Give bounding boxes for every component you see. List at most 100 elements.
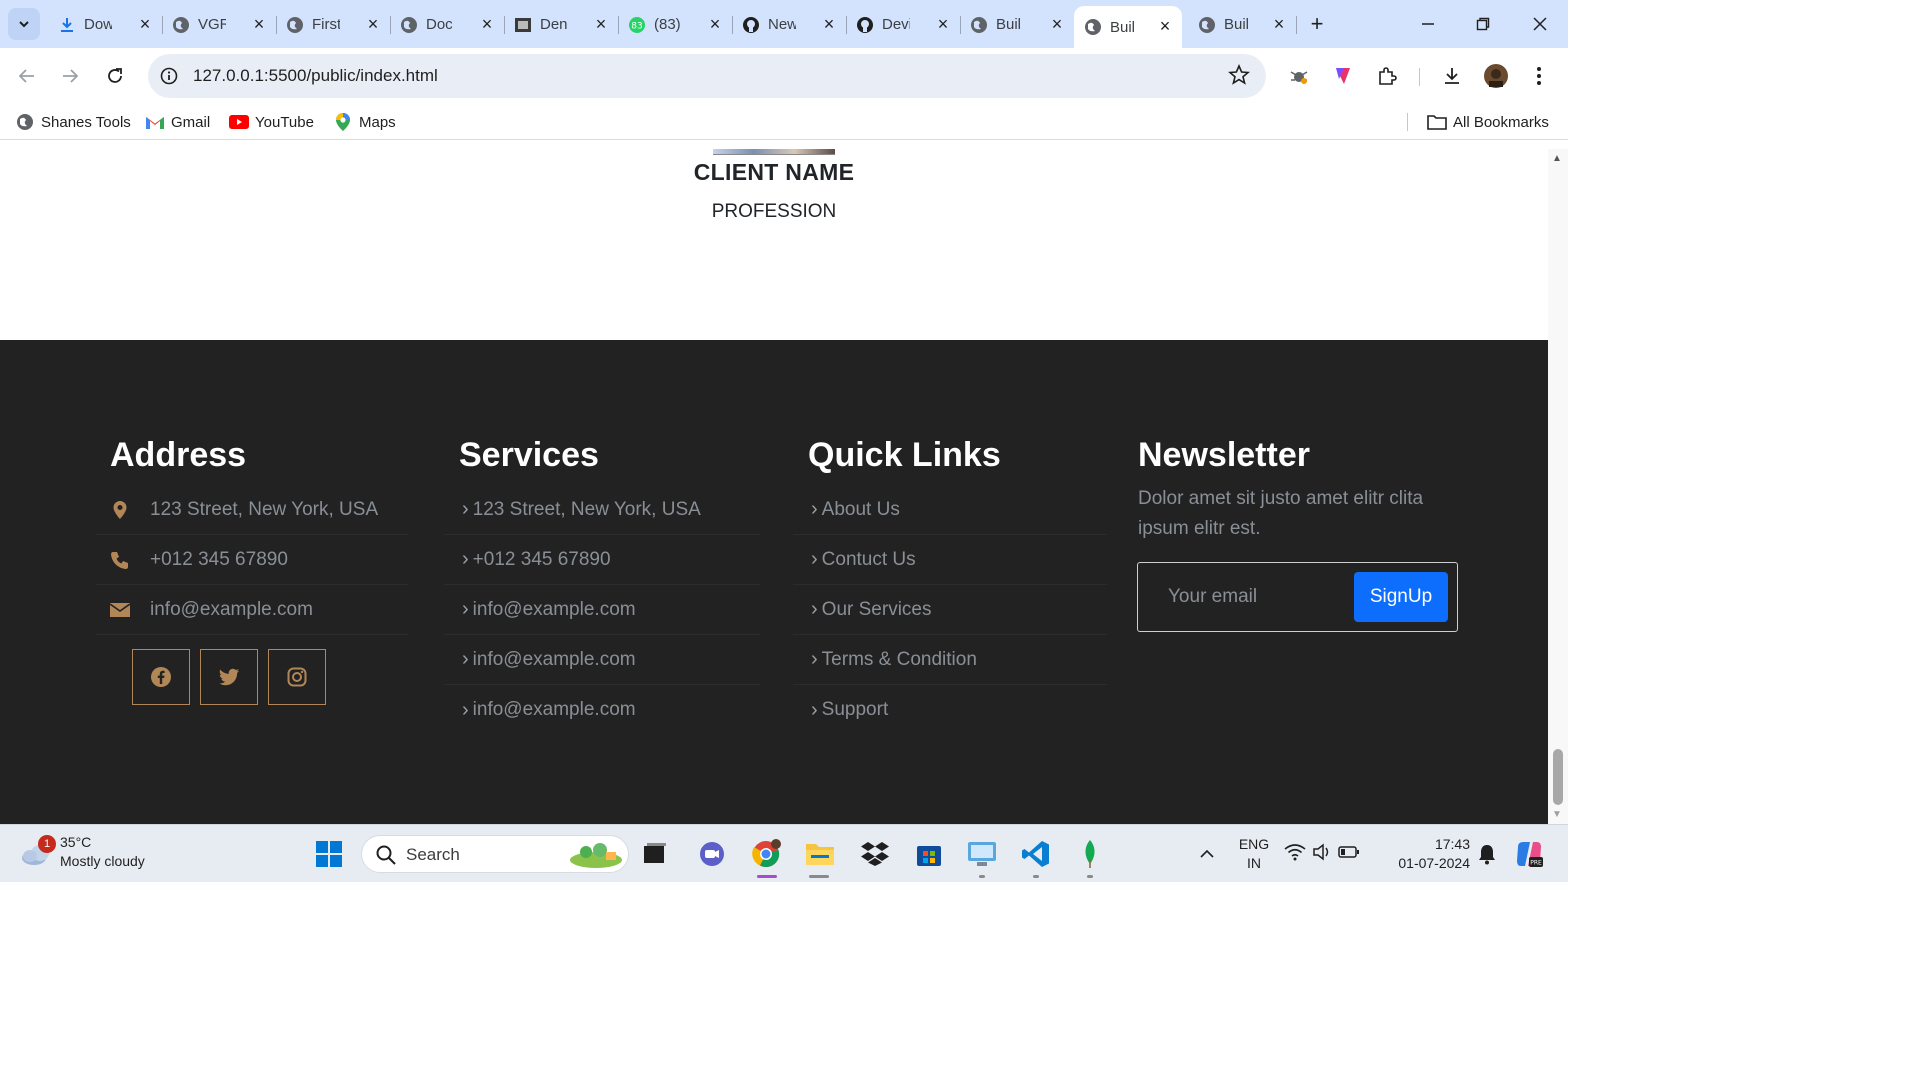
close-tab-icon[interactable]: × xyxy=(592,15,610,33)
close-tab-icon[interactable]: × xyxy=(364,15,382,33)
quick-link-services[interactable]: › Our Services xyxy=(793,585,1107,635)
url-text[interactable]: 127.0.0.1:5500/public/index.html xyxy=(193,66,438,86)
quick-link-about[interactable]: › About Us xyxy=(793,485,1107,535)
browser-tab[interactable]: VGR × xyxy=(162,7,277,42)
page-scrollbar[interactable]: ▲ ▼ xyxy=(1548,149,1568,824)
instagram-button[interactable] xyxy=(268,649,326,705)
tab-title: New xyxy=(768,16,796,33)
file-explorer-button[interactable] xyxy=(803,837,837,871)
services-item-label: 123 Street, New York, USA xyxy=(472,498,701,520)
minimize-button[interactable] xyxy=(1414,10,1442,38)
newsletter-form: SignUp xyxy=(1137,562,1458,632)
browser-tab[interactable]: Buil × xyxy=(1188,7,1297,42)
taskbar-search-box[interactable]: Search xyxy=(361,835,629,873)
extension-bug-icon[interactable] xyxy=(1286,63,1312,89)
browser-tab[interactable]: First × xyxy=(276,7,391,42)
browser-tab[interactable]: Dow × xyxy=(48,7,163,42)
browser-tab[interactable]: 83 (83) × xyxy=(618,7,733,42)
extensions-puzzle-icon[interactable] xyxy=(1374,63,1400,89)
browser-tab[interactable]: New × xyxy=(732,7,847,42)
close-tab-icon[interactable]: × xyxy=(478,15,496,33)
browser-tab[interactable]: Den × xyxy=(504,7,619,42)
extension-flag-icon[interactable] xyxy=(1330,63,1356,89)
new-tab-button[interactable]: + xyxy=(1305,12,1329,36)
chat-app-button[interactable] xyxy=(695,837,729,871)
scrollbar-thumb[interactable] xyxy=(1553,749,1563,805)
browser-tab[interactable]: Buil × xyxy=(960,7,1074,42)
services-item[interactable]: › info@example.com xyxy=(444,685,760,735)
search-label: Search xyxy=(406,845,460,864)
newsletter-email-input[interactable] xyxy=(1154,575,1354,619)
downloads-icon[interactable] xyxy=(1439,63,1465,89)
services-item[interactable]: › info@example.com xyxy=(444,635,760,685)
quick-settings-button[interactable] xyxy=(1284,837,1360,871)
chevron-right-icon: › xyxy=(811,548,818,570)
dropbox-button[interactable] xyxy=(858,837,892,871)
battery-icon xyxy=(1338,845,1360,864)
profile-avatar[interactable] xyxy=(1483,63,1509,89)
chrome-menu-icon[interactable] xyxy=(1526,63,1552,89)
services-item[interactable]: › +012 345 67890 xyxy=(444,535,760,585)
close-tab-icon[interactable]: × xyxy=(250,15,268,33)
chevron-right-icon: › xyxy=(811,498,818,520)
chrome-taskbar-button[interactable] xyxy=(749,837,783,871)
restore-button[interactable] xyxy=(1469,10,1497,38)
bookmark-star-icon[interactable] xyxy=(1228,63,1250,91)
all-bookmarks-button[interactable]: All Bookmarks xyxy=(1427,112,1549,132)
bookmark-youtube[interactable]: YouTube xyxy=(229,112,314,132)
site-info-icon[interactable] xyxy=(160,67,178,90)
bookmark-maps[interactable]: Maps xyxy=(333,112,396,132)
scroll-up-arrow-icon[interactable]: ▲ xyxy=(1552,153,1562,164)
address-bar[interactable]: 127.0.0.1:5500/public/index.html xyxy=(148,54,1266,98)
close-icon xyxy=(1533,17,1547,31)
back-button[interactable] xyxy=(13,62,41,90)
all-bookmarks-label: All Bookmarks xyxy=(1453,113,1549,131)
copilot-button[interactable]: PRE xyxy=(1512,837,1546,871)
browser-tab-active[interactable]: Buil × xyxy=(1074,6,1182,48)
copilot-icon: PRE xyxy=(1517,842,1543,867)
services-item-label: info@example.com xyxy=(472,699,636,720)
close-window-button[interactable] xyxy=(1526,10,1554,38)
close-tab-icon[interactable]: × xyxy=(934,15,952,33)
reload-button[interactable] xyxy=(101,62,129,90)
tab-title: Doc xyxy=(426,16,453,33)
tab-search-button[interactable] xyxy=(8,8,40,40)
remote-desktop-button[interactable] xyxy=(965,837,999,871)
phone-icon xyxy=(110,550,130,570)
bookmark-shanes-tools[interactable]: Shanes Tools xyxy=(15,112,131,132)
close-tab-icon[interactable]: × xyxy=(1156,17,1174,35)
browser-tab[interactable]: Doc × xyxy=(390,7,505,42)
task-view-button[interactable] xyxy=(638,837,672,871)
mongodb-button[interactable] xyxy=(1073,837,1107,871)
quick-link-support[interactable]: › Support xyxy=(793,685,1107,735)
start-button[interactable] xyxy=(312,837,346,871)
download-icon xyxy=(58,16,76,34)
close-tab-icon[interactable]: × xyxy=(820,15,838,33)
signup-button[interactable]: SignUp xyxy=(1354,572,1448,622)
vscode-button[interactable] xyxy=(1019,837,1053,871)
services-item[interactable]: › 123 Street, New York, USA xyxy=(444,485,760,535)
weather-widget[interactable]: 1 35°C Mostly cloudy xyxy=(20,833,145,871)
scroll-down-arrow-icon[interactable]: ▼ xyxy=(1552,809,1562,820)
facebook-button[interactable] xyxy=(132,649,190,705)
clock-time: 17:43 xyxy=(1434,836,1470,852)
youtube-icon xyxy=(229,112,249,132)
close-tab-icon[interactable]: × xyxy=(1048,15,1066,33)
close-tab-icon[interactable]: × xyxy=(1270,15,1288,33)
services-item[interactable]: › info@example.com xyxy=(444,585,760,635)
tab-title: Buil xyxy=(996,16,1022,33)
microsoft-store-button[interactable] xyxy=(912,837,946,871)
browser-tab[interactable]: Devi × xyxy=(846,7,961,42)
twitter-button[interactable] xyxy=(200,649,258,705)
show-hidden-icons-button[interactable] xyxy=(1190,837,1224,871)
globe-icon xyxy=(400,16,418,34)
close-tab-icon[interactable]: × xyxy=(136,15,154,33)
close-tab-icon[interactable]: × xyxy=(706,15,724,33)
language-indicator[interactable]: ENG IN xyxy=(1234,835,1274,873)
forward-button[interactable] xyxy=(56,62,84,90)
notifications-button[interactable] xyxy=(1470,837,1504,871)
quick-link-contact[interactable]: › Contuct Us xyxy=(793,535,1107,585)
bookmark-gmail[interactable]: Gmail xyxy=(145,112,210,132)
quick-link-terms[interactable]: › Terms & Condition xyxy=(793,635,1107,685)
clock[interactable]: 17:43 01-07-2024 xyxy=(1384,835,1470,873)
